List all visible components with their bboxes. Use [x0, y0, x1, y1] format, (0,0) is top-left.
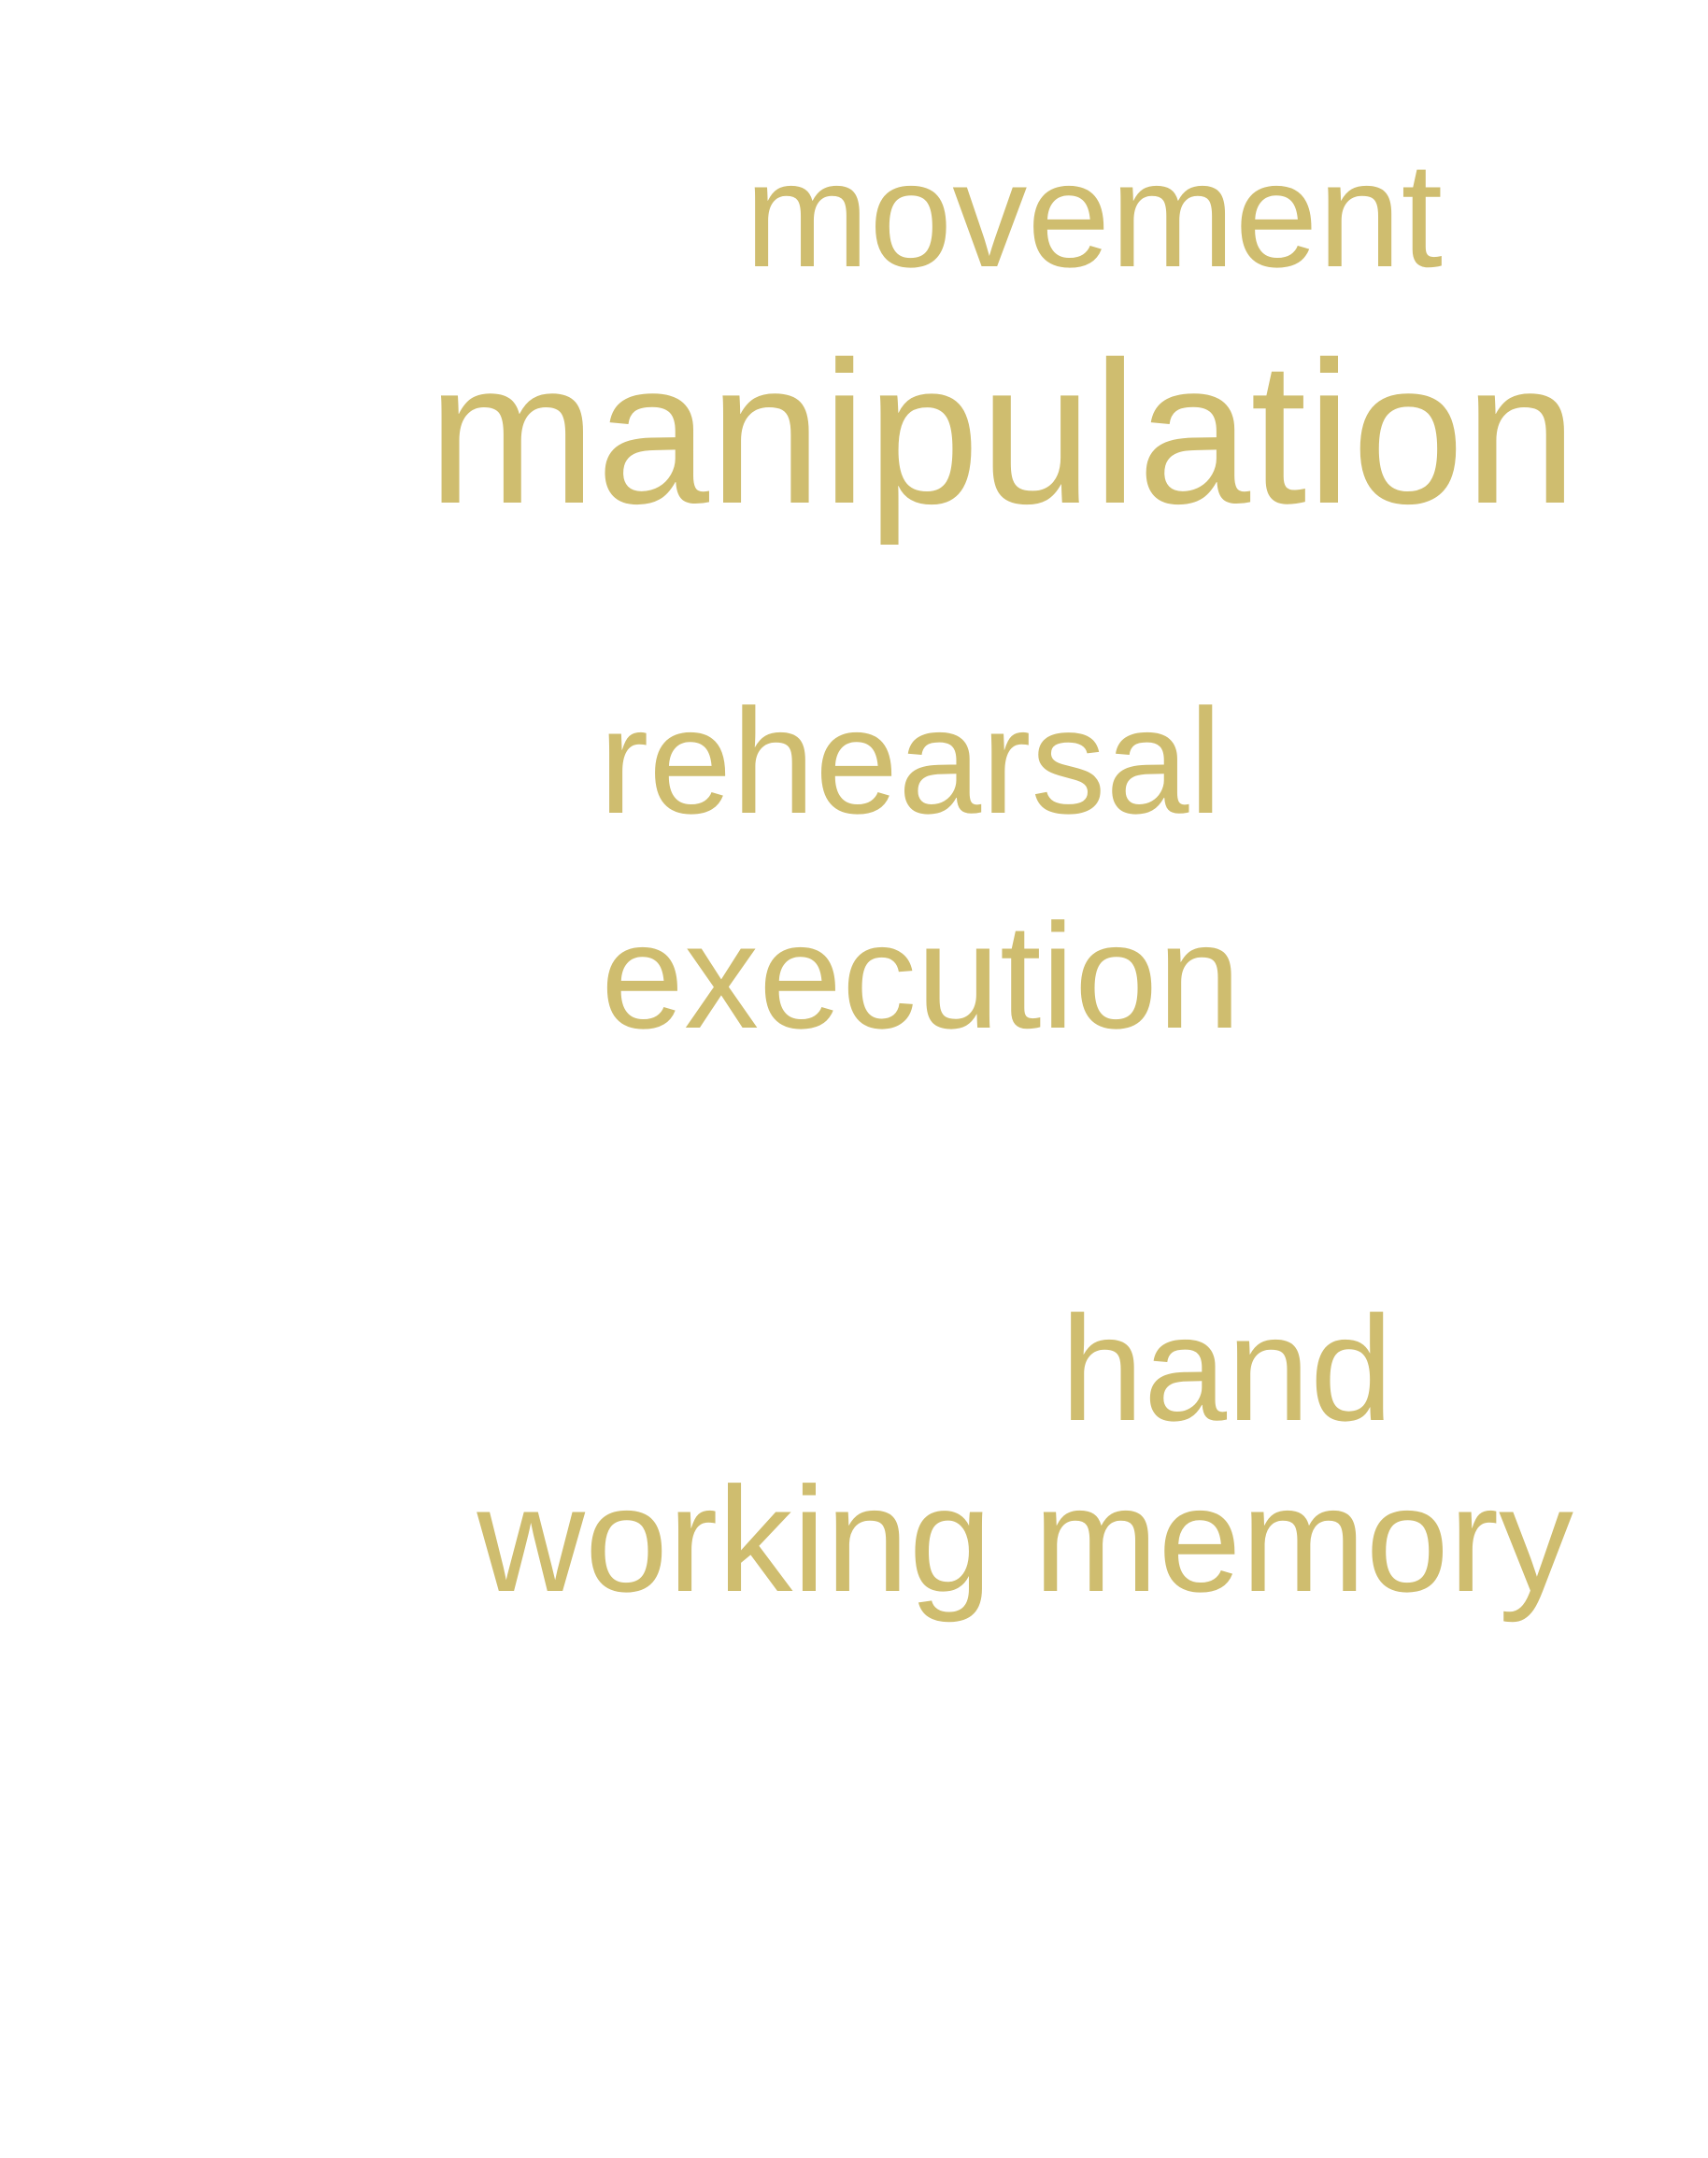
word-movement: movement	[745, 131, 1443, 298]
word-execution: execution	[601, 892, 1241, 1059]
word-manipulation: manipulation	[427, 319, 1577, 546]
word-working-memory: working memory	[477, 1455, 1573, 1623]
word-rehearsal: rehearsal	[598, 677, 1222, 845]
word-hand: hand	[1060, 1285, 1393, 1452]
